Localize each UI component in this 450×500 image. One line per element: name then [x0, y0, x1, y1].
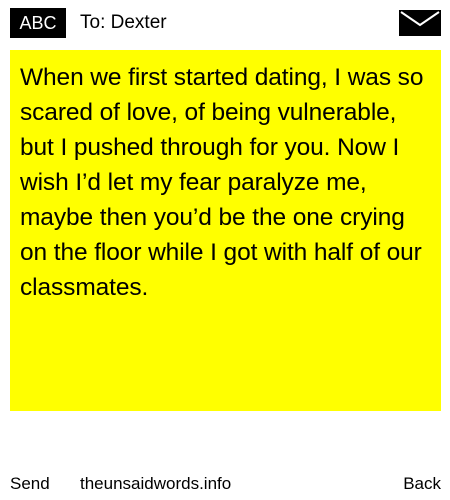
input-mode-badge[interactable]: ABC	[10, 8, 66, 38]
recipient-label: To: Dexter	[80, 12, 167, 33]
composer-header: ABC To: Dexter	[0, 0, 450, 46]
soft-key-bar: Send theunsaidwords.info Back	[0, 470, 450, 498]
envelope-icon	[399, 10, 441, 36]
back-button[interactable]: Back	[403, 470, 441, 498]
site-label: theunsaidwords.info	[80, 474, 232, 493]
message-text: When we first started dating, I was so s…	[20, 64, 424, 301]
send-button[interactable]: Send	[10, 470, 50, 498]
message-body[interactable]: When we first started dating, I was so s…	[10, 50, 441, 411]
message-composer-screen: ABC To: Dexter When we first started dat…	[0, 0, 450, 500]
